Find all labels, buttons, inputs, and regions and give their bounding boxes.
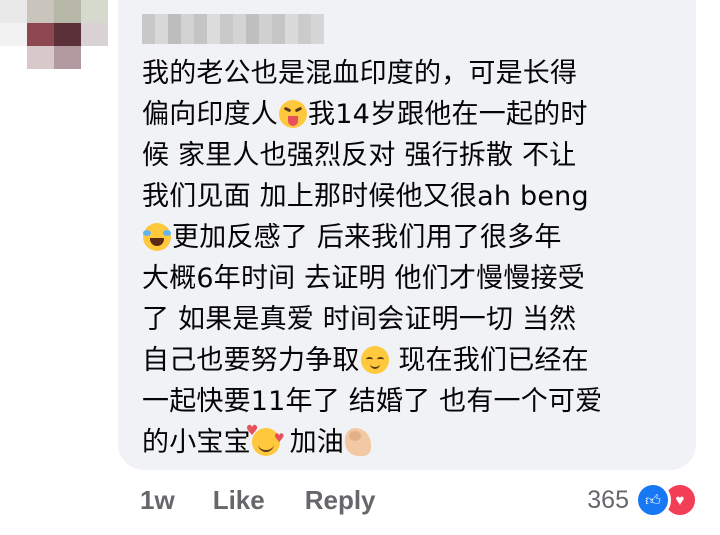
avatar[interactable]: [0, 0, 108, 92]
like-button[interactable]: Like: [213, 485, 265, 516]
comment-line: 偏向印度人: [142, 99, 278, 130]
thumbs-up-icon: 👍︎: [635, 482, 671, 518]
comment-line: 的小宝宝: [142, 427, 251, 458]
smiling-hearts-emoji-icon: ♥: [246, 424, 285, 456]
comment-actions: 1w Like Reply: [140, 480, 376, 520]
comment-line: 一起快要11年了 结婚了 也有一个可爱: [142, 386, 603, 417]
comment-text: 我的老公也是混血印度的，可是长得 偏向印度人 我14岁跟他在一起的时 候 家里人也…: [142, 53, 682, 463]
reply-button[interactable]: Reply: [305, 485, 376, 516]
author-name-blurred[interactable]: [142, 14, 324, 44]
flexed-biceps-emoji-icon: [345, 428, 371, 456]
comment-line: 候 家里人也强烈反对 强行拆散 不让: [142, 140, 577, 171]
reactions-summary[interactable]: 365 👍︎ ♥: [587, 481, 698, 519]
laughing-tears-emoji-icon: [143, 223, 171, 251]
comment-line: 更加反感了 后来我们用了很多年: [172, 222, 562, 253]
timestamp-link[interactable]: 1w: [140, 485, 175, 516]
comment-line: 现在我们已经在: [389, 345, 589, 376]
relieved-face-emoji-icon: [360, 346, 389, 374]
comment-line: 了 如果是真爱 时间会证明一切 当然: [142, 304, 577, 335]
comment-line: 加油: [280, 427, 344, 458]
comment-line: 我14岁跟他在一起的时: [308, 99, 588, 130]
reaction-count: 365: [587, 485, 629, 514]
comment-line: 大概6年时间 去证明 他们才慢慢接受: [142, 263, 585, 294]
comment-line: 我的老公也是混血印度的，可是长得: [142, 58, 578, 89]
squinting-tongue-emoji-icon: [279, 100, 307, 128]
comment-line: 自己也要努力争取: [142, 345, 360, 376]
comment-line: 我们见面 加上那时候他又很ah beng: [142, 181, 589, 212]
comment-bubble: 我的老公也是混血印度的，可是长得 偏向印度人 我14岁跟他在一起的时 候 家里人也…: [118, 0, 696, 470]
